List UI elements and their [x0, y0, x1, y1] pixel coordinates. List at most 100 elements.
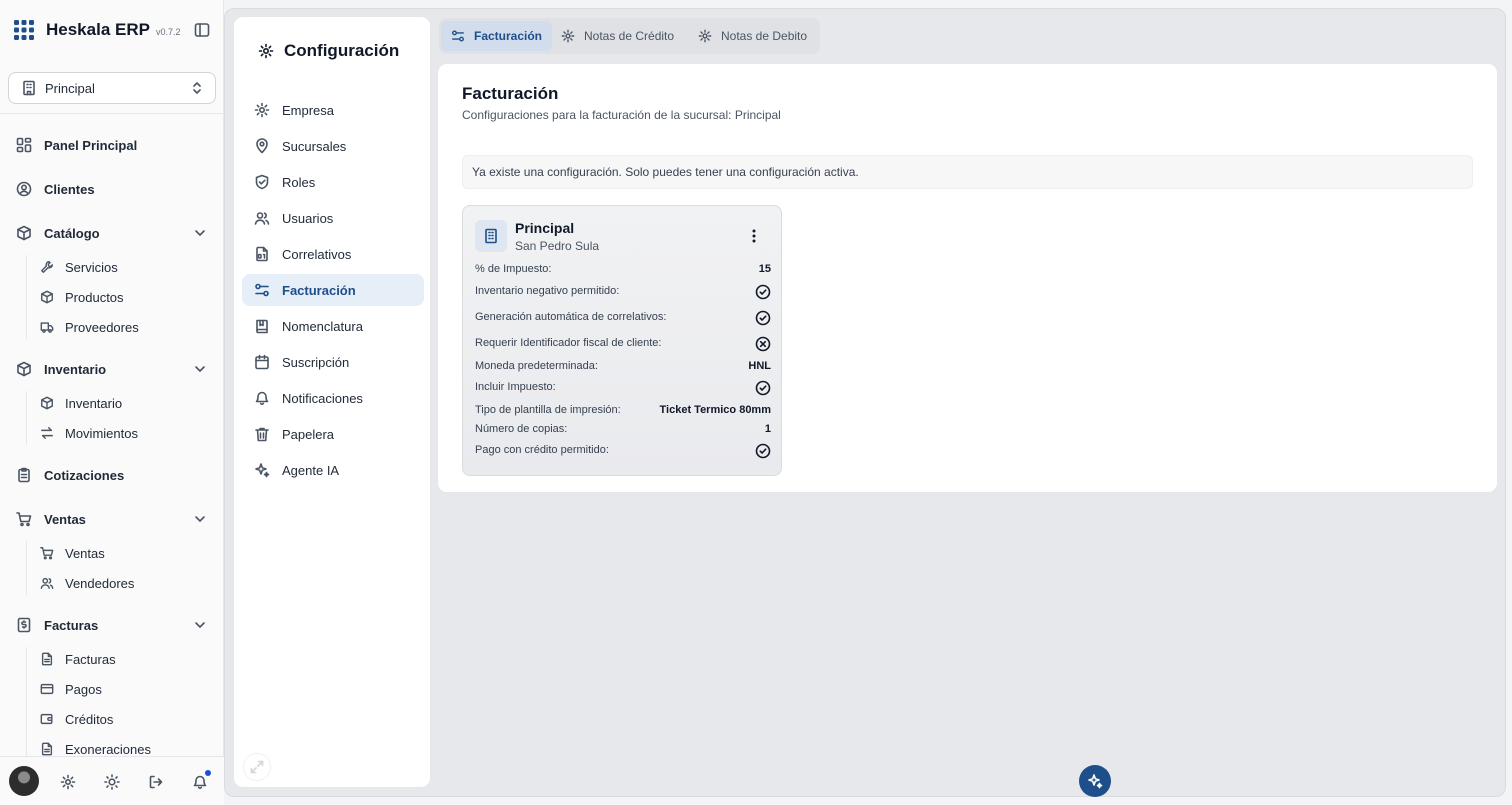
- config-item-label: Agente IA: [282, 462, 340, 478]
- config-item-empresa[interactable]: Empresa: [242, 94, 424, 126]
- settings-sliders-icon: [255, 283, 269, 297]
- sparkles-icon: [1088, 774, 1103, 789]
- config-item-usuarios[interactable]: Usuarios: [242, 202, 424, 234]
- info-alert-text: Ya existe una configuración. Solo puedes…: [472, 165, 859, 179]
- sidebar-item-servicios[interactable]: Servicios: [40, 256, 210, 278]
- content-card: Facturación Configuraciones para la fact…: [437, 63, 1498, 493]
- config-item-sucursales[interactable]: Sucursales: [242, 130, 424, 162]
- config-item-agente-ia[interactable]: Agente IA: [242, 454, 424, 486]
- submenu-line: [26, 541, 27, 595]
- config-item-label: Usuarios: [282, 210, 334, 226]
- theme-toggle-button[interactable]: [104, 774, 120, 790]
- ai-assistant-button[interactable]: [1079, 765, 1111, 797]
- calendar-icon: [255, 354, 269, 370]
- sidebar-item-label: Ventas: [44, 511, 86, 527]
- sidebar-item-inventario-sub[interactable]: Inventario: [40, 392, 210, 414]
- row-label: Moneda predeterminada:: [475, 360, 598, 372]
- page-subtitle: Configuraciones para la facturación de l…: [462, 108, 781, 122]
- logout-button[interactable]: [148, 774, 164, 790]
- x-circle-icon: [755, 336, 771, 352]
- sidebar-item-label: Exoneraciones: [65, 741, 151, 757]
- sidebar-item-label: Proveedores: [65, 319, 139, 335]
- config-item-papelera[interactable]: Papelera: [242, 418, 424, 450]
- sidebar-item-ventas-sub[interactable]: Ventas: [40, 542, 210, 564]
- page-title: Facturación: [462, 84, 559, 103]
- sidebar-item-productos[interactable]: Productos: [40, 286, 210, 308]
- sidebar-item-creditos[interactable]: Créditos: [40, 708, 210, 730]
- sidebar-item-catalogo[interactable]: Catálogo: [16, 221, 216, 245]
- sidebar-item-panel[interactable]: Panel Principal: [16, 133, 216, 157]
- tab-label: Notas de Debito: [721, 29, 808, 43]
- sidebar-item-facturas[interactable]: Facturas: [16, 613, 216, 637]
- config-item-label: Roles: [282, 174, 316, 190]
- file-text-icon: [41, 742, 53, 756]
- sidebar-item-cotizaciones[interactable]: Cotizaciones: [16, 463, 216, 487]
- chevron-down-icon[interactable]: [192, 617, 208, 633]
- app-grid-icon[interactable]: [14, 20, 34, 40]
- sidebar-item-label: Inventario: [44, 361, 107, 377]
- config-item-label: Papelera: [282, 426, 335, 442]
- sidebar-item-proveedores[interactable]: Proveedores: [40, 316, 210, 338]
- expand-button[interactable]: [243, 753, 271, 781]
- config-item-nomenclatura[interactable]: Nomenclatura: [242, 310, 424, 342]
- branch-select[interactable]: Principal: [8, 72, 216, 104]
- chevron-down-icon[interactable]: [192, 361, 208, 377]
- sidebar-item-ventas[interactable]: Ventas: [16, 507, 216, 531]
- sidebar-item-label: Movimientos: [65, 425, 138, 441]
- gear-icon: [698, 29, 712, 43]
- config-title-label: Configuración: [284, 41, 400, 60]
- maximize-icon: [250, 760, 264, 774]
- chevron-down-icon[interactable]: [192, 225, 208, 241]
- sidebar-divider: [0, 113, 224, 114]
- config-item-label: Facturación: [282, 282, 356, 298]
- row-label: Generación automática de correlativos:: [475, 311, 667, 323]
- bell-icon: [193, 775, 207, 790]
- more-vertical-icon: [752, 229, 756, 243]
- submenu-line: [26, 647, 27, 757]
- config-title: Configuración: [258, 41, 399, 61]
- sidebar-item-label: Pagos: [65, 681, 102, 697]
- sidebar-item-label: Inventario: [65, 395, 123, 411]
- check-circle-icon: [755, 380, 771, 396]
- chevron-down-icon[interactable]: [192, 511, 208, 527]
- sidebar-item-movimientos[interactable]: Movimientos: [40, 422, 210, 444]
- config-item-facturacion[interactable]: Facturación: [242, 274, 424, 306]
- config-item-roles[interactable]: Roles: [242, 166, 424, 198]
- tab-notas-credito[interactable]: Notas de Crédito: [551, 21, 684, 51]
- more-options-button[interactable]: [746, 228, 762, 244]
- config-item-suscripcion[interactable]: Suscripción: [242, 346, 424, 378]
- brand: Heskala ERP v0.7.2: [14, 20, 210, 40]
- sidebar-item-clientes[interactable]: Clientes: [16, 177, 216, 201]
- tab-facturacion[interactable]: Facturación: [441, 21, 553, 51]
- row-currency: Moneda predeterminada: HNL: [475, 360, 771, 372]
- config-item-correlativos[interactable]: Correlativos: [242, 238, 424, 270]
- chevrons-up-down-icon: [193, 82, 201, 94]
- settings-button[interactable]: [60, 774, 76, 790]
- sidebar-item-vendedores[interactable]: Vendedores: [40, 572, 210, 594]
- sidebar-footer: [0, 756, 224, 805]
- notifications-button[interactable]: [192, 774, 208, 790]
- avatar[interactable]: [9, 766, 39, 796]
- config-item-label: Correlativos: [282, 246, 352, 262]
- file-text-icon: [41, 652, 53, 666]
- sidebar-item-pagos[interactable]: Pagos: [40, 678, 210, 700]
- sidebar-item-label: Catálogo: [44, 225, 100, 241]
- log-out-icon: [149, 775, 163, 789]
- row-label: Incluir Impuesto:: [475, 381, 556, 393]
- row-label: Requerir Identificador fiscal de cliente…: [475, 337, 662, 349]
- trash-icon: [255, 427, 269, 442]
- shopping-cart-icon: [40, 547, 54, 560]
- config-item-label: Nomenclatura: [282, 318, 363, 334]
- package-icon: [41, 290, 53, 304]
- billing-config-card[interactable]: Principal San Pedro Sula % de Impuesto: …: [462, 205, 782, 476]
- wallet-icon: [40, 713, 53, 725]
- sidebar-toggle-button[interactable]: [194, 22, 210, 38]
- config-item-notificaciones[interactable]: Notificaciones: [242, 382, 424, 414]
- branch-select-value: Principal: [45, 80, 95, 96]
- sidebar-item-inventario[interactable]: Inventario: [16, 357, 216, 381]
- tab-notas-debito[interactable]: Notas de Debito: [688, 21, 817, 51]
- sidebar-item-label: Cotizaciones: [44, 467, 125, 483]
- sidebar: Heskala ERP v0.7.2 Principal Panel Princ…: [0, 0, 224, 805]
- sidebar-item-facturas-sub[interactable]: Facturas: [40, 648, 210, 670]
- config-item-label: Notificaciones: [282, 390, 363, 406]
